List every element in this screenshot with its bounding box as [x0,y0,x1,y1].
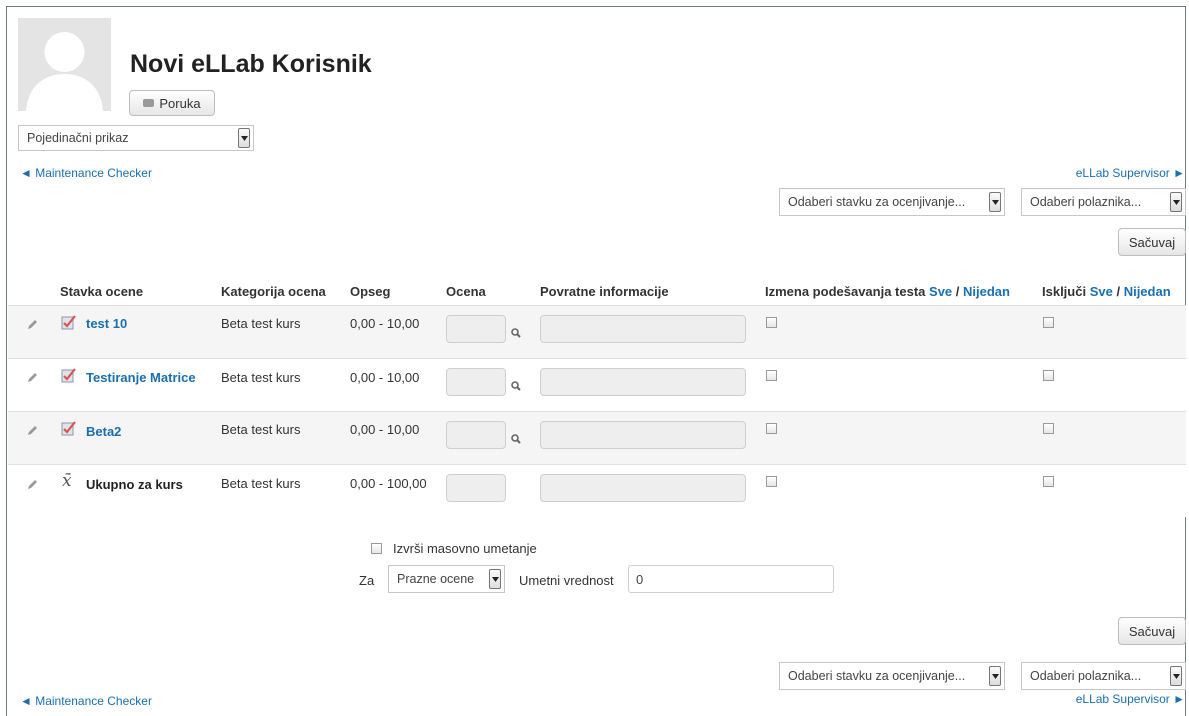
prev-user-link[interactable]: ◄ Maintenance Checker [20,166,152,180]
exclude-select-all-link[interactable]: Sve [1090,284,1113,299]
header-exclude-label: Isključi [1042,284,1087,299]
grade-item-select-value: Odaberi stavku za ocenjivanje... [788,195,966,209]
message-icon [143,99,155,107]
header-feedback: Povratne informacije [540,284,669,299]
message-button[interactable]: Poruka [129,90,215,116]
exclude-checkbox[interactable] [1043,476,1054,487]
grade-input[interactable] [446,315,506,343]
chevron-down-icon [1170,666,1182,686]
grade-input[interactable] [446,368,506,396]
grade-input[interactable] [446,421,506,449]
bulk-insert-value-label: Umetni vrednost [519,573,614,588]
message-button-label: Poruka [159,95,201,111]
prev-user-link-bottom[interactable]: ◄ Maintenance Checker [20,694,152,708]
quiz-icon [61,367,77,386]
grade-category: Beta test kurs [221,370,301,385]
save-button-bottom[interactable]: Sačuvaj [1118,617,1186,645]
separator: / [952,284,964,299]
student-select[interactable]: Odaberi polaznika... [1021,188,1186,216]
grade-item-link[interactable]: Testiranje Matrice [86,370,196,385]
quiz-icon [61,420,77,439]
grade-item-select-bottom[interactable]: Odaberi stavku za ocenjivanje... [779,662,1005,690]
next-user-link-bottom[interactable]: eLLab Supervisor ► [1076,692,1185,706]
bulk-insert-checkbox[interactable] [371,543,382,554]
course-total-label: Ukupno za kurs [86,477,183,492]
header-category: Kategorija ocena [221,284,326,299]
edit-pencil-icon[interactable] [26,424,39,440]
student-select-bottom[interactable]: Odaberi polaznika... [1021,662,1186,690]
bulk-for-select[interactable]: Prazne ocene [388,565,505,593]
header-exclude: Isključi Sve / Nijedan [1042,284,1171,299]
quiz-icon [61,314,77,333]
chevron-down-icon [489,569,501,589]
student-select-value: Odaberi polaznika... [1030,195,1142,209]
view-select[interactable]: Pojedinačni prikaz [18,125,254,151]
bulk-for-select-value: Prazne ocene [397,572,475,586]
grade-item-link[interactable]: test 10 [86,316,127,331]
student-select-value: Odaberi polaznika... [1030,669,1142,683]
override-checkbox[interactable] [766,476,777,487]
chevron-down-icon [989,192,1001,212]
grade-range: 0,00 - 10,00 [350,422,420,437]
grade-range: 0,00 - 10,00 [350,316,420,331]
override-select-all-link[interactable]: Sve [929,284,952,299]
feedback-input[interactable] [540,421,746,449]
grade-category: Beta test kurs [221,476,301,491]
override-checkbox[interactable] [766,317,777,328]
chevron-down-icon [989,666,1001,686]
grade-range: 0,00 - 100,00 [350,476,427,491]
feedback-input[interactable] [540,474,746,502]
grade-input[interactable] [446,474,506,502]
edit-pencil-icon[interactable] [26,478,39,494]
bulk-insert-value-input[interactable]: 0 [628,565,834,593]
edit-pencil-icon[interactable] [26,371,39,387]
override-checkbox[interactable] [766,370,777,381]
exclude-checkbox[interactable] [1043,423,1054,434]
user-avatar [18,18,111,111]
grade-range: 0,00 - 10,00 [350,370,420,385]
header-grade: Ocena [446,284,486,299]
course-total-icon: x̄ [62,471,72,491]
exclude-checkbox[interactable] [1043,370,1054,381]
exclude-checkbox[interactable] [1043,317,1054,328]
bulk-for-label: Za [359,573,375,588]
grade-category: Beta test kurs [221,422,301,437]
chevron-down-icon [238,128,250,148]
edit-pencil-icon[interactable] [26,318,39,334]
header-range: Opseg [350,284,391,299]
feedback-input[interactable] [540,315,746,343]
override-checkbox[interactable] [766,423,777,434]
search-icon[interactable] [511,326,521,341]
exclude-select-none-link[interactable]: Nijedan [1124,284,1171,299]
grade-item-select[interactable]: Odaberi stavku za ocenjivanje... [779,188,1005,216]
header-override-label: Izmena podešavanja testa [765,284,926,299]
header-override: Izmena podešavanja testa Sve / Nijedan [765,284,1010,299]
override-select-none-link[interactable]: Nijedan [963,284,1010,299]
next-user-link[interactable]: eLLab Supervisor ► [1076,166,1185,180]
grade-item-link[interactable]: Beta2 [86,424,121,439]
bulk-insert-label: Izvrši masovno umetanje [393,541,537,556]
search-icon[interactable] [511,379,521,394]
search-icon[interactable] [511,432,521,447]
chevron-down-icon [1170,192,1182,212]
save-button-top[interactable]: Sačuvaj [1118,228,1186,256]
profile-name: Novi eLLab Korisnik [130,50,372,78]
view-select-value: Pojedinačni prikaz [27,131,129,145]
grade-category: Beta test kurs [221,316,301,331]
header-item: Stavka ocene [60,284,144,299]
separator: / [1112,284,1124,299]
grade-item-select-value: Odaberi stavku za ocenjivanje... [788,669,966,683]
feedback-input[interactable] [540,368,746,396]
